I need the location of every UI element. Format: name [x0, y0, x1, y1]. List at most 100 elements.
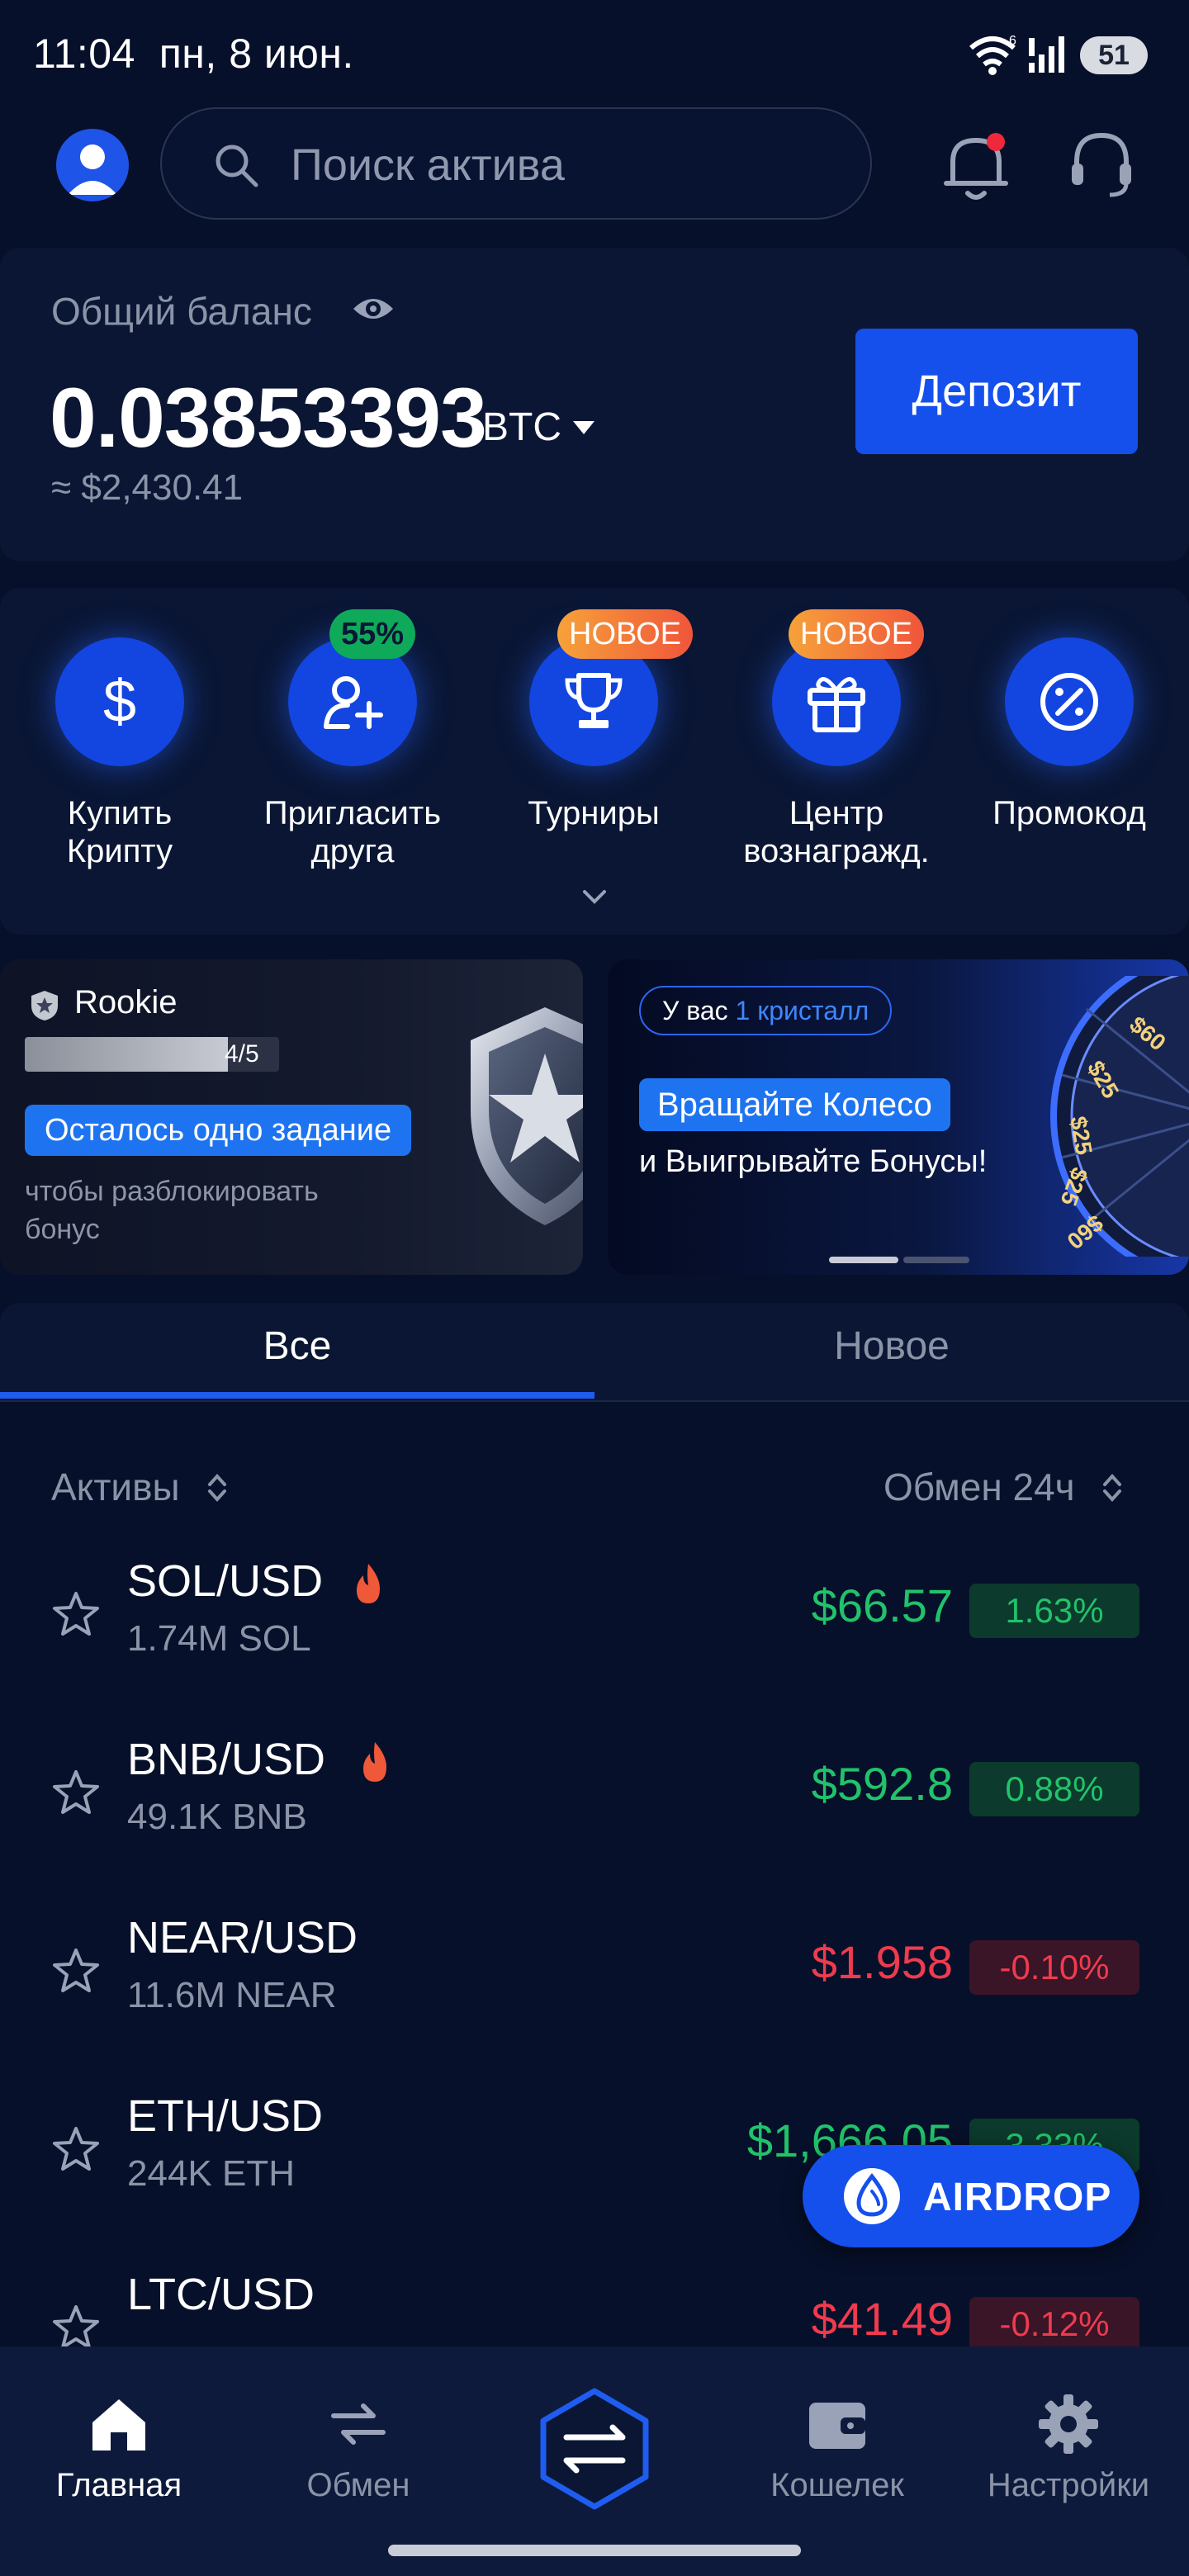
flame-icon [357, 1564, 380, 1603]
star-icon[interactable] [51, 2304, 101, 2351]
asset-change-badge: 1.63% [969, 1584, 1139, 1638]
shield-icon [31, 991, 58, 1020]
new-badge: НОВОЕ [789, 609, 924, 659]
tab-new[interactable]: Новое [594, 1303, 1189, 1400]
quick-actions-card: $ Купить Крипту 55% Пригласить друга НОВОЕ [0, 588, 1189, 935]
action-label: Промокод [992, 795, 1146, 831]
add-user-icon [324, 676, 383, 729]
asset-change-badge: 0.88% [969, 1762, 1139, 1816]
airdrop-button[interactable]: AIRDROP [803, 2145, 1139, 2247]
nav-home[interactable]: Главная [12, 2391, 226, 2504]
rookie-progress-fill [25, 1037, 229, 1072]
balance-value: 0.03853393 [50, 371, 487, 465]
action-tournaments[interactable]: НОВОЕ Турниры [490, 609, 697, 832]
action-circle[interactable] [1005, 637, 1134, 766]
nav-label: Главная [55, 2467, 182, 2503]
action-invite-friend[interactable]: 55% Пригласить друга [249, 609, 456, 870]
action-circle[interactable]: 55% [288, 609, 417, 766]
crystal-count: 1 кристалл [735, 996, 869, 1025]
action-promo-code[interactable]: Промокод [966, 637, 1172, 832]
prize-wheel-art: $60 $25 $25 $25 $60 [1050, 976, 1189, 1257]
action-label: Купить Крипту [66, 795, 173, 869]
tab-all[interactable]: Все [0, 1303, 594, 1400]
user-icon [68, 144, 117, 195]
star-icon[interactable] [51, 1947, 101, 1995]
nav-wallet[interactable]: Кошелек [730, 2391, 945, 2504]
asset-row-bnb[interactable]: BNB/USD 49.1K BNB $592.8 0.88% [0, 1704, 1189, 1882]
banner-pagination [829, 1257, 969, 1263]
nav-label: Кошелек [770, 2467, 904, 2503]
search-icon [216, 144, 258, 187]
star-icon[interactable] [51, 2125, 101, 2173]
asset-pair: ETH/USD [127, 2091, 324, 2141]
wheel-subtitle: и Выигрывайте Бонусы! [639, 1144, 988, 1179]
search-placeholder: Поиск актива [291, 140, 565, 190]
asset-pair: SOL/USD [127, 1556, 324, 1606]
caret-down-icon[interactable] [571, 418, 596, 438]
sort-icon[interactable] [206, 1471, 228, 1504]
nav-label: Обмен [306, 2467, 410, 2503]
wifi-icon: 6 [969, 34, 1016, 75]
wifi-badge: 6 [1009, 34, 1016, 48]
action-circle[interactable]: НОВОЕ [772, 609, 924, 766]
action-label: Турниры [528, 795, 660, 831]
balance-card: Общий баланс 0.03853393 BTC ≈ $2,430.41 … [0, 248, 1189, 561]
dollar-icon: $ [103, 669, 136, 735]
asset-tabs: Все Новое [0, 1303, 1189, 1402]
nav-label: Настройки [987, 2467, 1150, 2503]
profile-avatar-button[interactable] [56, 129, 129, 201]
asset-price: $41.49 [811, 2293, 953, 2345]
status-time: 11:04 пн, 8 июн. [33, 30, 354, 78]
spin-wheel-cta[interactable]: Вращайте Колесо [639, 1078, 950, 1131]
action-rewards-center[interactable]: НОВОЕ Центр вознагражд. [733, 609, 940, 870]
wheel-banner[interactable]: У вас 1 кристалл Вращайте Колесо и Выигр… [608, 959, 1189, 1275]
asset-row-near[interactable]: NEAR/USD 11.6M NEAR $1.958 -0.10% [0, 1882, 1189, 2061]
search-input[interactable]: Поиск актива [160, 107, 872, 220]
action-buy-crypto[interactable]: $ Купить Крипту [17, 637, 223, 870]
asset-volume: 49.1K BNB [127, 1797, 307, 1837]
asset-price: $66.57 [811, 1579, 953, 1631]
nav-exchange[interactable]: Обмен [251, 2391, 466, 2504]
signal-icon [1029, 36, 1064, 73]
exchange-arrows-icon [331, 2403, 386, 2445]
swap-hexagon-icon[interactable] [538, 2388, 651, 2510]
home-icon [92, 2399, 145, 2451]
sort-change-header[interactable]: Обмен 24ч [883, 1465, 1075, 1509]
sort-icon[interactable] [1101, 1471, 1123, 1504]
trophy-icon [565, 673, 623, 728]
asset-change-badge: -0.12% [969, 2297, 1139, 2351]
sort-assets-header[interactable]: Активы [51, 1465, 180, 1509]
percent-badge: 55% [329, 609, 416, 659]
asset-price: $1.958 [811, 1936, 953, 1988]
notifications-bell-icon[interactable] [941, 129, 1011, 203]
action-circle[interactable]: НОВОЕ [529, 609, 693, 766]
action-circle[interactable]: $ [55, 637, 184, 766]
balance-unit[interactable]: BTC [482, 405, 561, 450]
crystal-prefix: У вас [662, 996, 728, 1025]
home-indicator [388, 2545, 801, 2556]
asset-price: $592.8 [811, 1758, 953, 1810]
action-label: Пригласить друга [263, 795, 442, 869]
airdrop-drop-icon [844, 2168, 900, 2224]
assets-header-label: Активы [51, 1466, 180, 1508]
wallet-icon [809, 2403, 865, 2449]
nav-settings[interactable]: Настройки [961, 2391, 1176, 2504]
eye-icon[interactable] [350, 289, 396, 329]
support-headset-icon[interactable] [1068, 129, 1135, 200]
asset-row-sol[interactable]: SOL/USD 1.74M SOL $66.57 1.63% [0, 1526, 1189, 1704]
change-header-label: Обмен 24ч [883, 1466, 1075, 1508]
status-bar: 11:04 пн, 8 июн. 6 51 [0, 0, 1189, 99]
rookie-task-label: Осталось одно задание [25, 1105, 412, 1156]
status-clock: 11:04 [33, 31, 135, 77]
deposit-button[interactable]: Депозит [855, 329, 1138, 454]
gear-icon [1039, 2394, 1098, 2454]
chevron-down-icon[interactable] [578, 885, 611, 908]
balance-usd: ≈ $2,430.41 [51, 467, 244, 508]
star-icon[interactable] [51, 1769, 101, 1816]
star-icon[interactable] [51, 1590, 101, 1638]
battery-icon: 51 [1080, 36, 1148, 74]
crystal-count-pill: У вас 1 кристалл [639, 986, 893, 1035]
asset-volume: 11.6M NEAR [127, 1975, 337, 2015]
rookie-title: Rookie [74, 984, 178, 1020]
rookie-banner[interactable]: Rookie 4/5 Осталось одно задание чтобы р… [0, 959, 583, 1275]
